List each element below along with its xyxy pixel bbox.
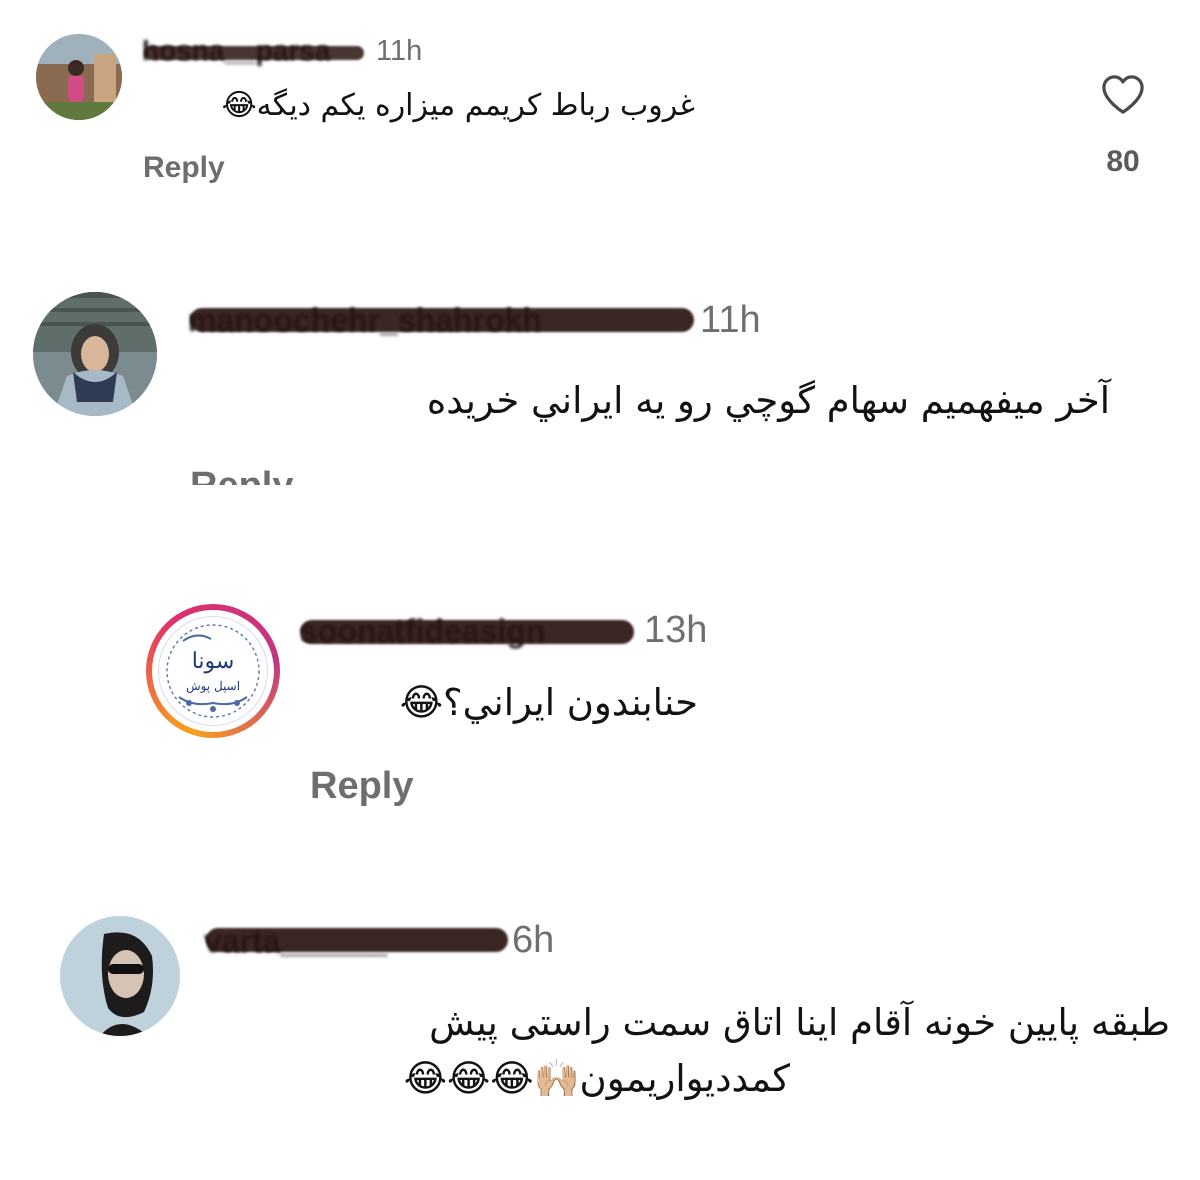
comment-text: طبقه پایین خونه آقام اینا اتاق سمت راستی…: [429, 1001, 1170, 1044]
comment-text: کمددیواریمون🙌🏼😂😂😂: [403, 1057, 790, 1100]
like-count: 80: [1106, 145, 1140, 178]
username-redaction: [190, 308, 694, 332]
reply-button[interactable]: Reply: [310, 764, 413, 808]
timestamp: 11h: [376, 35, 423, 67]
username-redaction: [144, 46, 364, 60]
comment-item: varta______ 6h طبقه پایین خونه آقام اینا…: [0, 900, 1200, 1160]
timestamp: 6h: [512, 919, 555, 961]
reply-button[interactable]: Reply: [143, 150, 225, 186]
comment-item: manoochehr_shahrokh 11h آخر ميفهميم سهام…: [0, 270, 1200, 485]
logo-subtext: اسپل پوش: [185, 679, 241, 693]
comment-text: آخر ميفهميم سهام گوچي رو يه ايراني خريده: [426, 379, 1110, 422]
like-button[interactable]: [1100, 73, 1146, 115]
heart-outline-icon[interactable]: [1100, 73, 1146, 115]
story-ring[interactable]: سونا اسپل پوش: [146, 604, 280, 738]
avatar[interactable]: [33, 292, 157, 416]
avatar[interactable]: [36, 34, 122, 120]
reply-button[interactable]: Reply: [190, 464, 293, 485]
comment-text: غروب رباط کریمم میزاره یکم دیگه😂: [221, 88, 695, 123]
comment-item: hosna__parsa 11h غروب رباط کریمم میزاره …: [0, 0, 1200, 230]
avatar[interactable]: [60, 916, 180, 1036]
username-redaction: [300, 620, 634, 644]
username-redaction: [206, 928, 508, 952]
comment-item: سونا اسپل پوش soonatfideasign 13h حنابند…: [0, 590, 1200, 815]
avatar: سونا اسپل پوش: [158, 616, 268, 726]
timestamp: 13h: [644, 609, 708, 651]
timestamp: 11h: [700, 299, 761, 341]
comment-text: حنابندون ايراني؟😂: [399, 681, 698, 724]
logo-text: سونا: [191, 649, 235, 674]
